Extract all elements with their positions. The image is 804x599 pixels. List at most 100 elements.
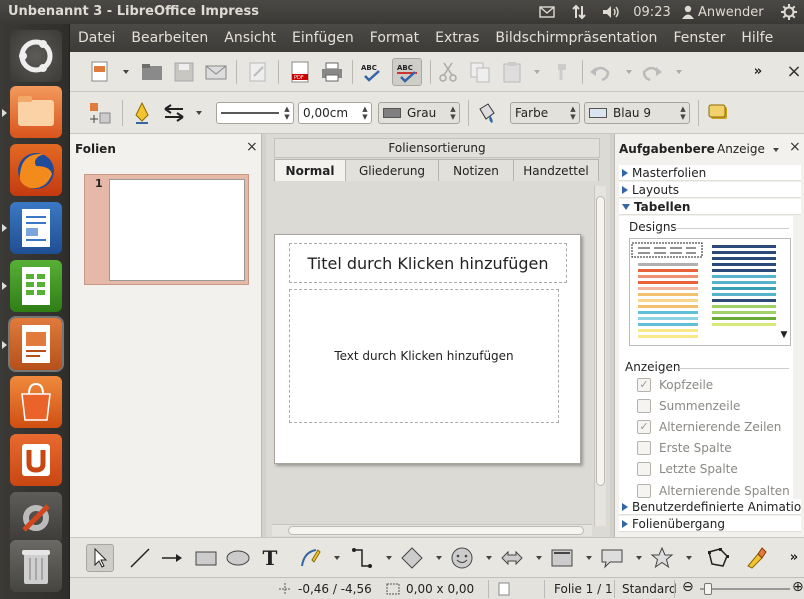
title-placeholder[interactable]: Titel durch Klicken hinzufügen (289, 243, 567, 283)
menu-datei[interactable]: Datei (78, 30, 115, 46)
redo-icon[interactable] (640, 60, 664, 84)
checkbox-summenzeile[interactable] (637, 399, 651, 413)
area-style-select[interactable]: Farbe ▲ ▼ (510, 102, 580, 124)
ubuntu-dash-icon[interactable] (10, 30, 62, 82)
autospellcheck-icon[interactable]: ABC (392, 58, 422, 86)
line-arrow-style-icon[interactable] (88, 101, 112, 125)
copy-icon[interactable] (468, 60, 492, 84)
task-pane-view-menu[interactable]: Anzeige (717, 142, 765, 156)
undo-icon[interactable] (588, 60, 612, 84)
horizontal-scrollbar[interactable] (272, 524, 592, 536)
print-icon[interactable] (320, 60, 344, 84)
checkbox-kopfzeile[interactable]: ✓ (637, 378, 651, 392)
text-tool-icon[interactable]: T (258, 546, 282, 570)
more-draw-tools-chevron-icon[interactable]: » (782, 546, 804, 570)
menu-ansicht[interactable]: Ansicht (224, 30, 276, 46)
stars-icon[interactable] (650, 546, 674, 570)
tab-handzettel[interactable]: Handzettel (513, 159, 599, 181)
menu-format[interactable]: Format (370, 30, 419, 46)
close-slides-panel-icon[interactable]: × (246, 139, 258, 155)
checkbox-alternierende-zeilen[interactable]: ✓ (637, 420, 651, 434)
save-icon[interactable] (172, 60, 196, 84)
curve-tool-icon[interactable] (298, 546, 322, 570)
horizontal-scroll-thumb[interactable] (288, 526, 584, 535)
menu-hilfe[interactable]: Hilfe (741, 30, 773, 46)
status-layout[interactable]: Standard (622, 582, 677, 596)
menu-bearbeiten[interactable]: Bearbeiten (131, 30, 208, 46)
section-benutzerdefinierte-animation[interactable]: Benutzerdefinierte Animation (619, 499, 801, 515)
select-arrow-icon[interactable] (86, 544, 114, 572)
vertical-scrollbar[interactable] (594, 186, 606, 526)
section-layouts[interactable]: Layouts (619, 182, 801, 198)
area-color-select[interactable]: Blau 9 ▲ ▼ (584, 102, 690, 124)
files-folder-icon[interactable] (10, 86, 62, 138)
basic-shapes-diamond-icon[interactable] (400, 546, 424, 570)
vertical-scroll-thumb[interactable] (596, 196, 605, 486)
points-edit-icon[interactable] (706, 546, 730, 570)
connector-tool-icon[interactable] (350, 546, 374, 570)
flowchart-icon[interactable] (550, 546, 574, 570)
menu-fenster[interactable]: Fenster (673, 30, 725, 46)
paste-icon[interactable] (500, 60, 524, 84)
impress-icon[interactable] (10, 318, 62, 370)
email-icon[interactable] (204, 60, 228, 84)
zoom-slider-handle[interactable] (704, 583, 712, 595)
clock[interactable]: 09:23 (630, 0, 674, 24)
checkbox-alternierende-spalten[interactable] (637, 484, 651, 498)
checkbox-letzte-spalte[interactable] (637, 462, 651, 476)
volume-icon[interactable] (598, 0, 624, 24)
line-style-select[interactable]: ▲ ▼ (216, 102, 294, 124)
zoom-in-icon[interactable]: ⊕ (792, 579, 804, 595)
close-document-icon[interactable]: × (782, 60, 804, 84)
section-masterfolien[interactable]: Masterfolien (619, 165, 801, 181)
zoom-out-icon[interactable]: ⊖ (682, 579, 694, 595)
document-modified-icon[interactable] (498, 582, 510, 596)
section-folienuebergang[interactable]: Folienübergang (619, 516, 801, 532)
symbol-shapes-smiley-icon[interactable] (450, 546, 474, 570)
firefox-icon[interactable] (10, 144, 62, 196)
ubuntu-one-icon[interactable] (10, 434, 62, 486)
arrow-line-tool-icon[interactable] (160, 546, 184, 570)
slide-thumbnail-1[interactable]: 1 (84, 174, 249, 285)
export-pdf-icon[interactable]: PDF (288, 60, 312, 84)
tab-notizen[interactable]: Notizen (438, 159, 514, 181)
fontwork-icon[interactable] (744, 546, 768, 570)
slide-canvas[interactable]: Titel durch Klicken hinzufügen Text durc… (274, 234, 581, 464)
system-settings-icon[interactable] (10, 492, 62, 544)
callouts-icon[interactable] (600, 546, 624, 570)
network-icon[interactable] (568, 0, 590, 24)
writer-icon[interactable] (10, 202, 62, 254)
table-design-thumbnails[interactable] (630, 239, 791, 346)
ellipse-tool-icon[interactable] (226, 546, 250, 570)
menu-extras[interactable]: Extras (435, 30, 479, 46)
spellcheck-icon[interactable]: ABC (360, 60, 384, 84)
text-placeholder[interactable]: Text durch Klicken hinzufügen (289, 289, 559, 423)
line-width-field[interactable]: 0,00cm ▲ ▼ (298, 102, 372, 124)
user-name[interactable]: Anwender (698, 0, 770, 24)
sorter-header[interactable]: Foliensortierung (274, 138, 600, 158)
calc-icon[interactable] (10, 260, 62, 312)
shadow-icon[interactable] (706, 101, 730, 125)
clone-formatting-icon[interactable] (550, 60, 574, 84)
checkbox-erste-spalte[interactable] (637, 441, 651, 455)
line-tool-icon[interactable] (128, 546, 152, 570)
menu-einfuegen[interactable]: Einfügen (292, 30, 354, 46)
block-arrows-icon[interactable] (500, 546, 524, 570)
edit-file-icon[interactable] (246, 60, 270, 84)
tab-normal[interactable]: Normal (274, 159, 346, 181)
table-designs-gallery[interactable] (629, 238, 791, 346)
session-gear-icon[interactable] (778, 0, 800, 24)
pen-icon[interactable] (130, 101, 154, 125)
rectangle-tool-icon[interactable] (194, 546, 218, 570)
close-task-pane-icon[interactable]: × (789, 139, 801, 155)
cut-icon[interactable] (436, 60, 460, 84)
zoom-slider[interactable] (700, 588, 790, 590)
more-tools-chevron-icon[interactable]: » (746, 60, 770, 84)
gallery-scroll-down-icon[interactable]: ▼ (777, 330, 791, 346)
software-center-icon[interactable] (10, 376, 62, 428)
arrow-style-icon[interactable] (162, 101, 186, 125)
tab-gliederung[interactable]: Gliederung (345, 159, 439, 181)
area-fill-icon[interactable] (474, 101, 498, 125)
trash-icon[interactable] (10, 540, 62, 592)
line-color-select[interactable]: Grau ▲ ▼ (378, 102, 460, 124)
